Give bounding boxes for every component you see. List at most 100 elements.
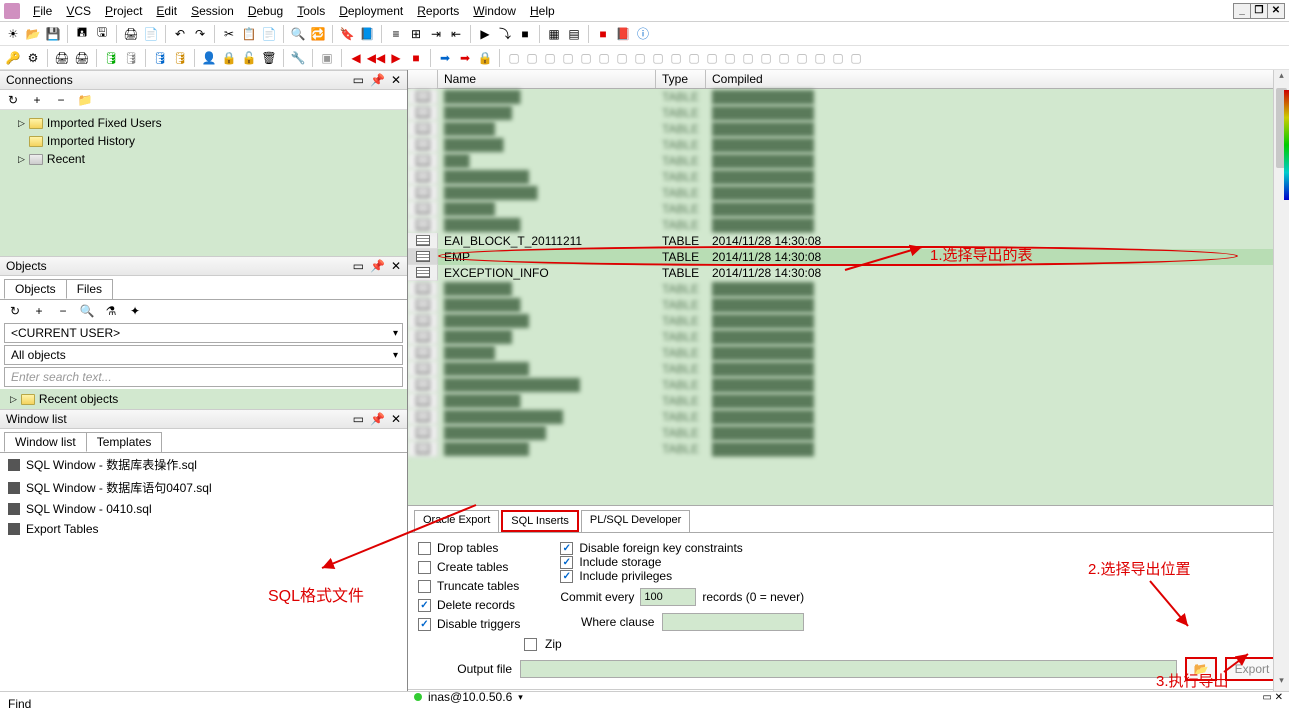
export-button[interactable]: Export (1225, 657, 1279, 681)
maximize-button[interactable]: ❐ (1250, 3, 1268, 19)
undo-icon[interactable]: ↶ (171, 25, 189, 43)
table-row[interactable]: ██████████TABLE████████████ (408, 441, 1289, 457)
windowlist-item[interactable]: SQL Window - 数据库语句0407.sql (0, 476, 407, 499)
find-icon[interactable]: 🔍 (289, 25, 307, 43)
add-icon[interactable]: + (28, 91, 46, 109)
copy-icon[interactable]: 📋 (240, 25, 258, 43)
db2-icon[interactable]: 🛢 (122, 49, 140, 67)
red-r2-icon[interactable]: ➡ (456, 49, 474, 67)
table-row[interactable]: █████████TABLE████████████ (408, 297, 1289, 313)
table-row[interactable]: ██████████████TABLE████████████ (408, 409, 1289, 425)
table-row[interactable]: ██████TABLE████████████ (408, 345, 1289, 361)
recent-objects-row[interactable]: ▷Recent objects (0, 389, 407, 409)
table-row[interactable]: EMPTABLE2014/11/28 14:30:08 (408, 249, 1289, 265)
run-icon[interactable]: ▶ (476, 25, 494, 43)
minimize-button[interactable]: _ (1233, 3, 1251, 19)
filter-icon[interactable]: ⚗ (102, 302, 120, 320)
table-row[interactable]: ████████TABLE████████████ (408, 105, 1289, 121)
printer-icon[interactable]: 🖨 (53, 49, 71, 67)
red-l-icon[interactable]: ◀ (347, 49, 365, 67)
step-icon[interactable]: ⤵ (496, 25, 514, 43)
checkbox[interactable] (418, 542, 431, 555)
db1-icon[interactable]: 🛢 (102, 49, 120, 67)
output-file-input[interactable] (520, 660, 1177, 678)
g1-icon[interactable]: ▣ (318, 49, 336, 67)
minus-icon[interactable]: − (54, 302, 72, 320)
save-icon[interactable]: 💾 (44, 25, 62, 43)
minus-icon[interactable]: − (52, 91, 70, 109)
tab-sql-inserts[interactable]: SQL Inserts (501, 510, 579, 532)
open-icon[interactable]: 📂 (24, 25, 42, 43)
table-row[interactable]: ███TABLE████████████ (408, 153, 1289, 169)
table-row[interactable]: ██████TABLE████████████ (408, 121, 1289, 137)
db4-icon[interactable]: 🛢 (171, 49, 189, 67)
tab-plsql-developer[interactable]: PL/SQL Developer (581, 510, 690, 532)
w-icon[interactable]: ✦ (126, 302, 144, 320)
menu-project[interactable]: Project (98, 2, 149, 20)
tab-templates[interactable]: Templates (86, 432, 163, 452)
refresh-icon[interactable]: ↻ (4, 91, 22, 109)
menu-window[interactable]: Window (466, 2, 523, 20)
table-row[interactable]: ██████████TABLE████████████ (408, 361, 1289, 377)
tree-item[interactable]: ▷Recent (6, 150, 401, 168)
menu-reports[interactable]: Reports (410, 2, 466, 20)
wrench-icon[interactable]: 🔧 (289, 49, 307, 67)
windowlist-item[interactable]: Export Tables (0, 519, 407, 539)
redo-icon[interactable]: ↷ (191, 25, 209, 43)
printer2-icon[interactable]: 🖨 (73, 49, 91, 67)
checkbox[interactable] (418, 561, 431, 574)
bookmark-icon[interactable]: 🔖 (338, 25, 356, 43)
table-row[interactable]: ████████TABLE████████████ (408, 329, 1289, 345)
table-row[interactable]: ██████████TABLE████████████ (408, 313, 1289, 329)
tree-item[interactable]: ▷Imported History (6, 132, 401, 150)
table-row[interactable]: ████████████TABLE████████████ (408, 425, 1289, 441)
tab-windowlist[interactable]: Window list (4, 432, 87, 452)
red-r-icon[interactable]: ▶ (387, 49, 405, 67)
table-row[interactable]: ███████TABLE████████████ (408, 137, 1289, 153)
menu-session[interactable]: Session (184, 2, 241, 20)
unlock-icon[interactable]: 🔓 (240, 49, 258, 67)
tab-files[interactable]: Files (66, 279, 113, 299)
where-clause-input[interactable] (662, 613, 804, 631)
disk-icon[interactable]: 🖪 (73, 25, 91, 43)
pin-icon[interactable]: ▭ (353, 73, 364, 87)
checkbox[interactable] (418, 580, 431, 593)
table-row[interactable]: ████████████████TABLE████████████ (408, 377, 1289, 393)
checkbox[interactable] (560, 570, 573, 583)
db3-icon[interactable]: 🛢 (151, 49, 169, 67)
menu-edit[interactable]: Edit (149, 2, 184, 20)
red-ll-icon[interactable]: ◀◀ (367, 49, 385, 67)
find-icon[interactable]: 🔍 (78, 302, 96, 320)
menu-file[interactable]: File (26, 2, 59, 20)
page-icon[interactable]: 📄 (142, 25, 160, 43)
col-compiled[interactable]: Compiled (706, 70, 1289, 88)
new-icon[interactable]: ☀ (4, 25, 22, 43)
col-icon[interactable] (408, 70, 438, 88)
info-icon[interactable]: ⓘ (634, 25, 652, 43)
table-row[interactable]: EAI_BLOCK_T_20111211TABLE2014/11/28 14:3… (408, 233, 1289, 249)
status-close-icon[interactable]: ▭ ✕ (1262, 692, 1283, 703)
close-button[interactable]: ✕ (1267, 3, 1285, 19)
tab-objects[interactable]: Objects (4, 279, 67, 299)
checkbox[interactable] (418, 599, 431, 612)
table-row[interactable]: ██████████TABLE████████████ (408, 169, 1289, 185)
replace-icon[interactable]: 🔁 (309, 25, 327, 43)
tree-item[interactable]: ▷Imported Fixed Users (6, 114, 401, 132)
print-icon[interactable]: 🖨 (122, 25, 140, 43)
windowlist-item[interactable]: SQL Window - 0410.sql (0, 499, 407, 519)
paste-icon[interactable]: 📄 (260, 25, 278, 43)
zip-checkbox[interactable] (524, 638, 537, 651)
user-icon[interactable]: 👤 (200, 49, 218, 67)
disk2-icon[interactable]: 🖫 (93, 25, 111, 43)
table-row[interactable]: ████████TABLE████████████ (408, 281, 1289, 297)
pin2-icon[interactable]: 📌 (370, 73, 385, 87)
table-row[interactable]: █████████TABLE████████████ (408, 217, 1289, 233)
user-combo[interactable]: <CURRENT USER>▾ (4, 323, 403, 343)
filter-combo[interactable]: All objects▾ (4, 345, 403, 365)
menu-help[interactable]: Help (523, 2, 562, 20)
windowlist-item[interactable]: SQL Window - 数据库表操作.sql (0, 453, 407, 476)
blue-r-icon[interactable]: ➡ (436, 49, 454, 67)
table-row[interactable]: ███████████TABLE████████████ (408, 185, 1289, 201)
grid2-icon[interactable]: ▤ (565, 25, 583, 43)
red-sq-icon[interactable]: ■ (407, 49, 425, 67)
